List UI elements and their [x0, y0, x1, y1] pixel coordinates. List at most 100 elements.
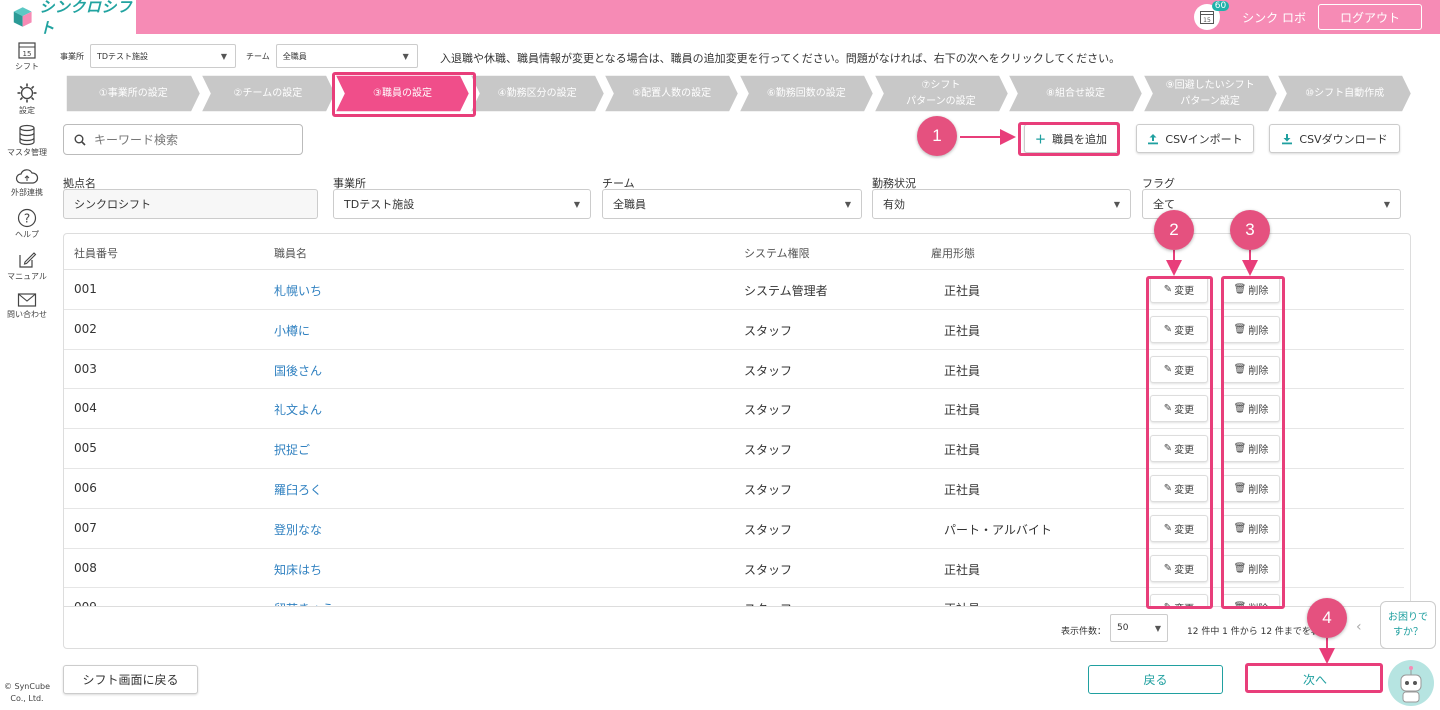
- step-5[interactable]: ⑤配置人数の設定: [604, 75, 739, 112]
- cube-logo-icon: [13, 7, 32, 27]
- pencil-icon: ✎: [1163, 363, 1173, 375]
- staff-role: スタッフ: [744, 482, 793, 497]
- table-body[interactable]: 001 札幌いち システム管理者 正社員 ✎ 変更 🗑 削除 002 小樽に スタッ…: [64, 270, 1404, 606]
- edit-button[interactable]: ✎変更: [1150, 514, 1208, 542]
- step-6[interactable]: ⑥勤務回数の設定: [739, 75, 874, 112]
- mail-icon: [17, 293, 37, 307]
- back-button[interactable]: 戻る: [1088, 665, 1223, 694]
- staff-name-link[interactable]: 国後さん: [274, 362, 322, 379]
- staff-name-link[interactable]: 知床はち: [274, 561, 322, 578]
- table-row: 004 礼文よん スタッフ 正社員 ✎ 変更 🗑 削除: [64, 389, 1404, 430]
- sidebar-item-label: 設定: [19, 106, 35, 115]
- staff-name-link[interactable]: 礼文よん: [274, 401, 322, 418]
- staff-employment-type: パート・アルバイト: [944, 522, 1052, 537]
- database-icon: [19, 124, 35, 146]
- staff-name-link[interactable]: 登別なな: [274, 521, 322, 538]
- app-logo[interactable]: シンクロシフト: [0, 0, 136, 37]
- delete-button[interactable]: 🗑削除: [1222, 395, 1280, 423]
- notification-count: 60: [1211, 1, 1230, 11]
- step-4[interactable]: ④勤務区分の設定: [469, 75, 605, 112]
- staff-employment-type: 正社員: [944, 403, 981, 418]
- staff-role: システム管理者: [744, 284, 828, 298]
- per-page-select[interactable]: 50 ▼: [1110, 614, 1168, 642]
- prev-page-icon[interactable]: ‹: [1356, 619, 1362, 635]
- add-staff-button[interactable]: ＋ 職員を追加: [1024, 124, 1118, 153]
- edit-button[interactable]: ✎変更: [1150, 276, 1208, 303]
- sidebar-item-contact[interactable]: 問い合わせ: [0, 292, 54, 320]
- sidebar-item-label: ヘルプ: [15, 230, 39, 239]
- search-input[interactable]: [94, 132, 284, 147]
- team-select[interactable]: 全職員 ▼: [275, 44, 418, 68]
- sidebar-item-settings[interactable]: 設定: [0, 82, 54, 116]
- trash-icon: 🗑: [1233, 363, 1247, 375]
- delete-button[interactable]: 🗑削除: [1222, 315, 1280, 343]
- step-7[interactable]: ⑦シフト パターンの設定: [873, 75, 1009, 112]
- staff-role: スタッフ: [744, 443, 793, 458]
- next-button[interactable]: 次へ: [1248, 665, 1382, 694]
- sidebar-item-shift[interactable]: 15 シフト: [0, 40, 54, 72]
- table-row: 008 知床はち スタッフ 正社員 ✎ 変更 🗑 削除: [64, 549, 1404, 589]
- step-9[interactable]: ⑨回避したいシフト パターン設定: [1142, 75, 1278, 112]
- csv-download-button[interactable]: CSVダウンロード: [1269, 124, 1400, 153]
- robot-assistant-icon[interactable]: [1388, 660, 1434, 706]
- help-bubble[interactable]: お困りで すか？: [1380, 601, 1436, 649]
- delete-button[interactable]: 🗑削除: [1222, 435, 1280, 463]
- sidebar: 15 シフト 設定 マスタ管理 外部連携 ? ヘルプ マニュアル 問い合わせ ©…: [0, 34, 54, 710]
- caret-down-icon: ▼: [573, 199, 580, 209]
- staff-name-link[interactable]: 択捉ご: [274, 441, 310, 458]
- team-dropdown[interactable]: 全職員 ▼: [602, 189, 862, 219]
- trash-icon: 🗑: [1233, 403, 1247, 415]
- delete-button[interactable]: 🗑削除: [1222, 355, 1280, 383]
- svg-text:?: ?: [24, 212, 30, 226]
- caret-down-icon: ▼: [402, 51, 409, 61]
- table-row: 003 国後さん スタッフ 正社員 ✎ 変更 🗑 削除: [64, 350, 1404, 390]
- delete-button[interactable]: 🗑削除: [1222, 514, 1280, 542]
- sidebar-item-integration[interactable]: 外部連携: [0, 168, 54, 198]
- step-8[interactable]: ⑧組合せ設定: [1008, 75, 1143, 112]
- edit-button[interactable]: ✎変更: [1150, 474, 1208, 502]
- staff-employment-type: 正社員: [944, 482, 981, 497]
- edit-button[interactable]: ✎変更: [1150, 554, 1208, 582]
- delete-button[interactable]: 🗑削除: [1222, 554, 1280, 582]
- step-marker-4: 4: [1307, 598, 1347, 638]
- staff-name-link[interactable]: 羅臼ろく: [274, 481, 322, 498]
- staff-id: 007: [74, 520, 97, 535]
- caret-down-icon: ▼: [220, 51, 227, 61]
- plus-icon: ＋: [1035, 132, 1046, 146]
- step-1[interactable]: ①事業所の設定: [66, 75, 201, 112]
- sidebar-item-help[interactable]: ? ヘルプ: [0, 208, 54, 240]
- office-filter-label: 事業所: [60, 51, 84, 61]
- edit-button[interactable]: ✎変更: [1150, 315, 1208, 343]
- step-2[interactable]: ②チームの設定: [200, 75, 336, 112]
- logo-text: シンクロシフト: [39, 0, 133, 37]
- edit-button[interactable]: ✎変更: [1150, 395, 1208, 423]
- csv-import-button[interactable]: CSVインポート: [1136, 124, 1254, 153]
- step-10[interactable]: ⑩シフト自動作成: [1277, 75, 1412, 112]
- sidebar-item-label: 問い合わせ: [7, 310, 47, 319]
- edit-button[interactable]: ✎変更: [1150, 594, 1208, 606]
- step-marker-1: 1: [917, 116, 957, 156]
- trash-icon: 🗑: [1233, 323, 1247, 335]
- back-to-shift-button[interactable]: シフト画面に戻る: [63, 665, 198, 694]
- status-dropdown[interactable]: 有効 ▼: [872, 189, 1131, 219]
- office-dropdown[interactable]: TDテスト施設 ▼: [333, 189, 591, 219]
- trash-icon: 🗑: [1233, 522, 1247, 534]
- delete-button[interactable]: 🗑削除: [1222, 276, 1280, 303]
- wizard-steps: ①事業所の設定 ②チームの設定 ③職員の設定 ④勤務区分の設定 ⑤配置人数の設定 ⑥勤務回…: [66, 75, 1412, 112]
- delete-button[interactable]: 🗑削除: [1222, 594, 1280, 606]
- sidebar-item-manual[interactable]: マニュアル: [0, 250, 54, 282]
- edit-button[interactable]: ✎変更: [1150, 435, 1208, 463]
- shift-calendar-button[interactable]: 15 60: [1194, 1, 1230, 30]
- staff-name-link[interactable]: 小樽に: [274, 322, 310, 339]
- trash-icon: 🗑: [1233, 482, 1247, 494]
- user-name[interactable]: シンク ロボ: [1242, 9, 1306, 26]
- search-box[interactable]: [63, 124, 303, 155]
- step-label: ③職員の設定: [373, 87, 432, 99]
- office-select[interactable]: TDテスト施設 ▼: [90, 44, 236, 68]
- edit-button[interactable]: ✎変更: [1150, 355, 1208, 383]
- delete-button[interactable]: 🗑削除: [1222, 474, 1280, 502]
- logout-button[interactable]: ログアウト: [1318, 4, 1422, 30]
- step-3[interactable]: ③職員の設定: [335, 75, 470, 112]
- sidebar-item-master[interactable]: マスタ管理: [0, 124, 54, 158]
- staff-name-link[interactable]: 札幌いち: [274, 282, 322, 299]
